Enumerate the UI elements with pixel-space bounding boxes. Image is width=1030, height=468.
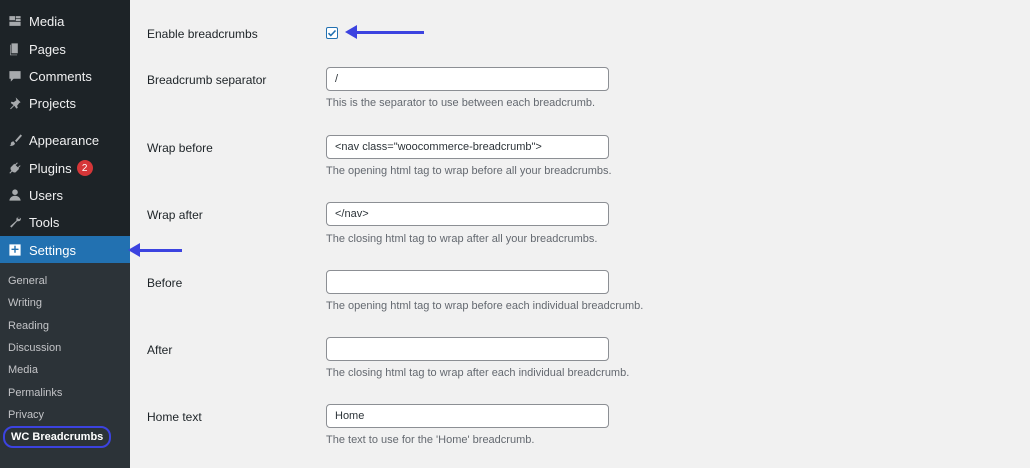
home-text-input[interactable]: Home <box>326 404 609 428</box>
plugins-update-badge: 2 <box>76 160 93 176</box>
enable-breadcrumbs-checkbox[interactable] <box>326 27 338 39</box>
separator-input[interactable]: / <box>326 67 609 91</box>
sidebar-item-label: Projects <box>29 95 76 111</box>
sidebar-item-label: Pages <box>29 41 66 57</box>
sidebar-item-label: Media <box>29 13 65 29</box>
submenu-item-discussion[interactable]: Discussion <box>8 339 61 357</box>
annotation-arrow-checkbox <box>345 25 424 39</box>
plug-icon <box>8 161 22 175</box>
sidebar-item-label: Users <box>29 187 63 203</box>
separator-description: This is the separator to use between eac… <box>326 97 596 109</box>
submenu-item-writing[interactable]: Writing <box>8 294 42 312</box>
after-label: After <box>147 343 173 357</box>
settings-icon <box>8 243 22 257</box>
sidebar-item-projects[interactable]: Projects <box>0 90 130 116</box>
sidebar-item-label: Settings <box>29 242 76 258</box>
sidebar-item-label: Tools <box>29 214 60 230</box>
annotation-arrow-settings <box>128 243 182 257</box>
wrench-icon <box>8 215 22 229</box>
wrap-before-description: The opening html tag to wrap before all … <box>326 165 612 177</box>
after-input[interactable] <box>326 337 609 361</box>
admin-sidebar: Media Pages Comments Projects Appearance… <box>0 0 130 468</box>
wrap-before-label: Wrap before <box>147 141 213 155</box>
enable-breadcrumbs-label: Enable breadcrumbs <box>147 27 258 41</box>
before-input[interactable] <box>326 270 609 294</box>
sidebar-item-pages[interactable]: Pages <box>0 36 130 62</box>
sidebar-item-plugins[interactable]: Plugins 2 <box>0 155 130 181</box>
sidebar-item-label: Appearance <box>29 132 100 148</box>
sidebar-item-tools[interactable]: Tools <box>0 209 130 235</box>
brush-icon <box>8 133 22 147</box>
sidebar-item-settings[interactable]: Settings <box>0 236 130 264</box>
sidebar-item-comments[interactable]: Comments <box>0 63 130 89</box>
submenu-item-permalinks[interactable]: Permalinks <box>8 384 62 402</box>
wrap-before-input[interactable]: <nav class="woocommerce-breadcrumb"> <box>326 135 609 159</box>
submenu-item-wc-breadcrumbs[interactable]: WC Breadcrumbs <box>3 426 112 448</box>
pages-icon <box>8 42 22 56</box>
settings-submenu: General Writing Reading Discussion Media… <box>0 263 130 468</box>
after-description: The closing html tag to wrap after each … <box>326 367 630 379</box>
user-icon <box>8 188 22 202</box>
wrap-after-input[interactable]: </nav> <box>326 202 609 226</box>
separator-label: Breadcrumb separator <box>147 73 267 87</box>
before-description: The opening html tag to wrap before each… <box>326 300 644 312</box>
comments-icon <box>8 69 22 83</box>
sidebar-item-label: Plugins <box>29 160 72 176</box>
submenu-item-privacy[interactable]: Privacy <box>8 406 44 424</box>
home-text-description: The text to use for the 'Home' breadcrum… <box>326 434 535 446</box>
wrap-after-description: The closing html tag to wrap after all y… <box>326 233 598 245</box>
submenu-item-reading[interactable]: Reading <box>8 317 49 335</box>
wrap-after-label: Wrap after <box>147 208 203 222</box>
pin-icon <box>8 96 22 110</box>
submenu-item-media[interactable]: Media <box>8 361 38 379</box>
sidebar-item-label: Comments <box>29 68 92 84</box>
home-text-label: Home text <box>147 410 202 424</box>
sidebar-item-users[interactable]: Users <box>0 182 130 208</box>
sidebar-item-media[interactable]: Media <box>0 8 130 34</box>
before-label: Before <box>147 276 183 290</box>
checkmark-icon <box>327 29 337 37</box>
sidebar-item-appearance[interactable]: Appearance <box>0 127 130 153</box>
media-icon <box>8 14 22 28</box>
submenu-item-general[interactable]: General <box>8 272 47 290</box>
